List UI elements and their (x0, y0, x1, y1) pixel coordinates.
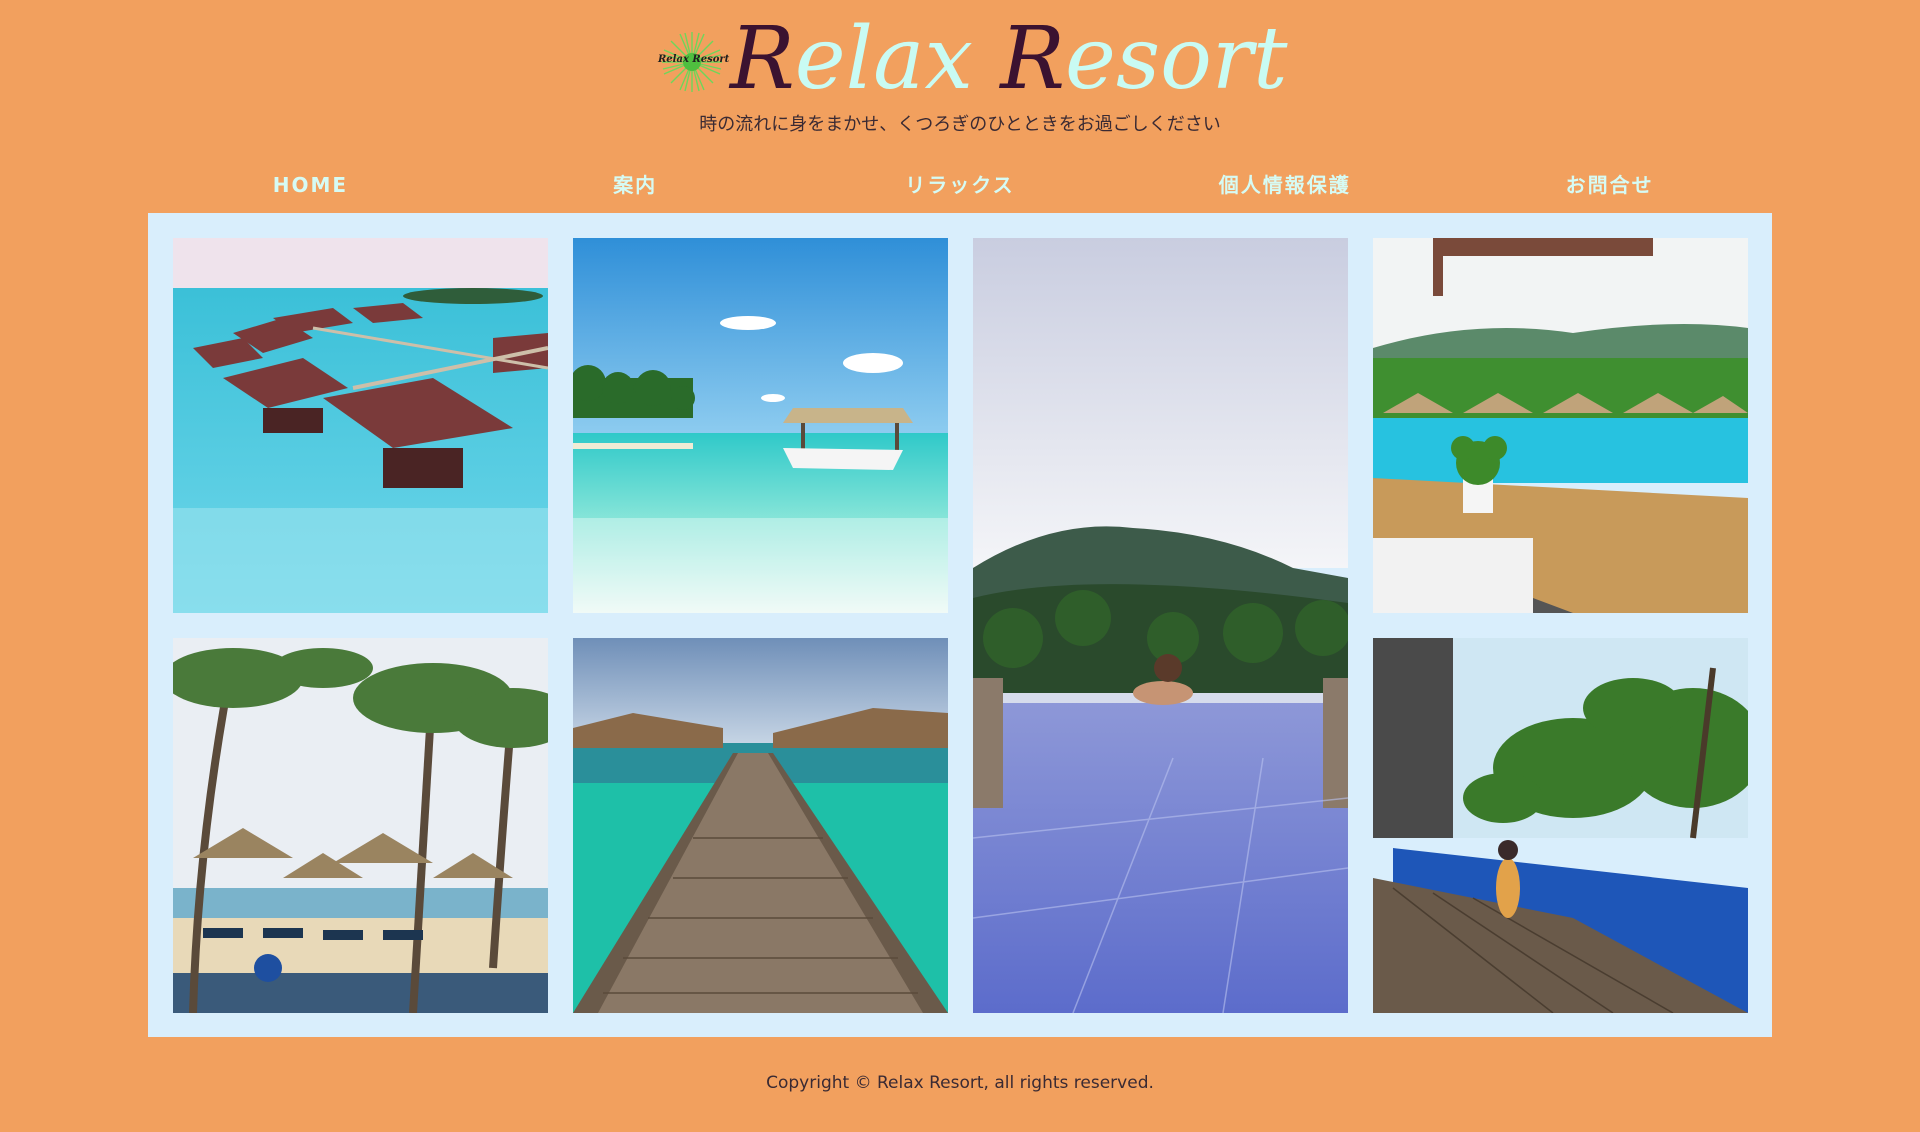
photo-wooden-pier[interactable] (573, 638, 948, 1013)
tagline: 時の流れに身をまかせ、くつろぎのひとときをお過ごしください (699, 114, 1221, 135)
photo-gallery (148, 213, 1772, 1037)
photo-beach-boat[interactable] (573, 238, 948, 613)
nav-home[interactable]: HOME (148, 168, 473, 202)
nav-contact[interactable]: お問合せ (1447, 168, 1772, 202)
sunburst-logo-icon: Relax Resort (658, 30, 729, 94)
nav-guide[interactable]: 案内 (473, 168, 798, 202)
site-header: Relax Resort Relax Resort 時の流れに身をまかせ、くつろ… (0, 0, 1920, 140)
photo-palm-beach[interactable] (173, 638, 548, 1013)
logo-badge-text: Relax Resort (658, 54, 730, 65)
photo-overwater-villas[interactable] (173, 238, 548, 613)
footer-copyright: Copyright © Relax Resort, all rights res… (766, 1073, 1154, 1093)
photo-infinity-pool[interactable] (973, 238, 1348, 1013)
photo-poolside-relax[interactable] (1373, 638, 1748, 1013)
logo[interactable]: Relax Resort Relax Resort (658, 9, 1288, 109)
brand-name: Relax Resort (730, 9, 1288, 109)
main-nav: HOME 案内 リラックス 個人情報保護 お問合せ (148, 168, 1772, 202)
nav-privacy[interactable]: 個人情報保護 (1122, 168, 1447, 202)
nav-relax[interactable]: リラックス (798, 168, 1123, 202)
photo-pool-terrace[interactable] (1373, 238, 1748, 613)
